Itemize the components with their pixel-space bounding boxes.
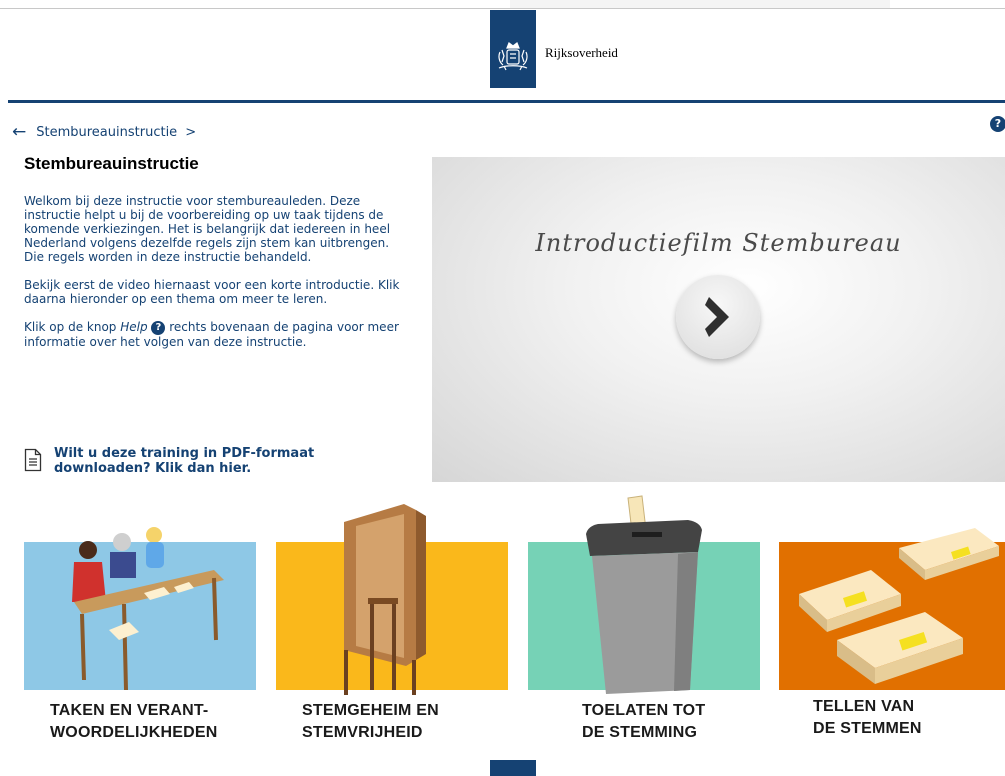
top-strip [510,0,890,8]
coat-of-arms-icon [498,42,528,71]
breadcrumb-separator: > [185,124,197,140]
voting-booth-icon [344,504,426,695]
theme-label-line-2: WOORDELIJKHEDEN [50,724,218,741]
pdf-download[interactable]: Wilt u deze training in PDF-formaat down… [24,446,334,476]
officials-at-table-icon [72,527,224,691]
theme-label: STEMGEHEIM EN STEMVRIJHEID [302,700,439,744]
help-text-em: Help [120,320,148,334]
theme-label-line-1: TAKEN EN VERANT- [50,702,209,719]
intro-paragraph-2: Bekijk eerst de video hiernaast voor een… [24,278,400,306]
theme-stemgeheim[interactable]: STEMGEHEIM EN STEMVRIJHEID [276,490,516,760]
play-button[interactable] [676,275,760,359]
theme-label: TOELATEN TOT DE STEMMING [582,700,705,744]
bottom-block [490,760,536,776]
theme-label-line-2: DE STEMMING [582,724,698,741]
theme-toelaten[interactable]: TOELATEN TOT DE STEMMING [528,490,768,760]
ballot-box-icon [586,495,702,694]
intro-video[interactable]: Introductiefilm Stembureau [432,157,1005,482]
stacks-of-ballots-icon [799,528,999,684]
theme-label-line-1: TOELATEN TOT [582,702,706,719]
top-divider [0,8,1005,9]
intro-paragraph-3: Klik op de knop Help ? rechts bovenaan d… [24,320,409,349]
help-text-before: Klik op de knop [24,320,117,334]
theme-label: TELLEN VAN DE STEMMEN [813,696,922,740]
theme-taken[interactable]: TAKEN EN VERANT- WOORDELIJKHEDEN [24,490,264,760]
theme-tellen[interactable]: TELLEN VAN DE STEMMEN [779,490,1005,760]
header-rule [8,100,1005,103]
help-inline-icon: ? [151,321,166,335]
theme-label-line-2: DE STEMMEN [813,720,922,737]
intro-paragraph-1: Welkom bij deze instructie voor stembure… [24,194,391,264]
breadcrumb-item[interactable]: Stembureauinstructie [36,125,177,140]
intro-text: Welkom bij deze instructie voor stembure… [24,194,409,363]
video-title: Introductiefilm Stembureau [535,229,902,257]
theme-label-line-1: TELLEN VAN [813,698,915,715]
theme-label-line-2: STEMVRIJHEID [302,724,423,741]
theme-label: TAKEN EN VERANT- WOORDELIJKHEDEN [50,700,217,744]
logo-text: Rijksoverheid [545,45,618,60]
theme-label-line-1: STEMGEHEIM EN [302,702,439,719]
rijksoverheid-logo[interactable] [490,10,536,88]
help-icon[interactable]: ? [990,116,1005,132]
chevron-right-icon [705,297,729,337]
page-title: Stembureauinstructie [24,154,199,173]
breadcrumb: ← Stembureauinstructie > [12,122,196,142]
arrow-left-icon[interactable]: ← [12,122,26,142]
document-icon [24,448,42,472]
pdf-download-link[interactable]: Wilt u deze training in PDF-formaat down… [54,446,334,476]
